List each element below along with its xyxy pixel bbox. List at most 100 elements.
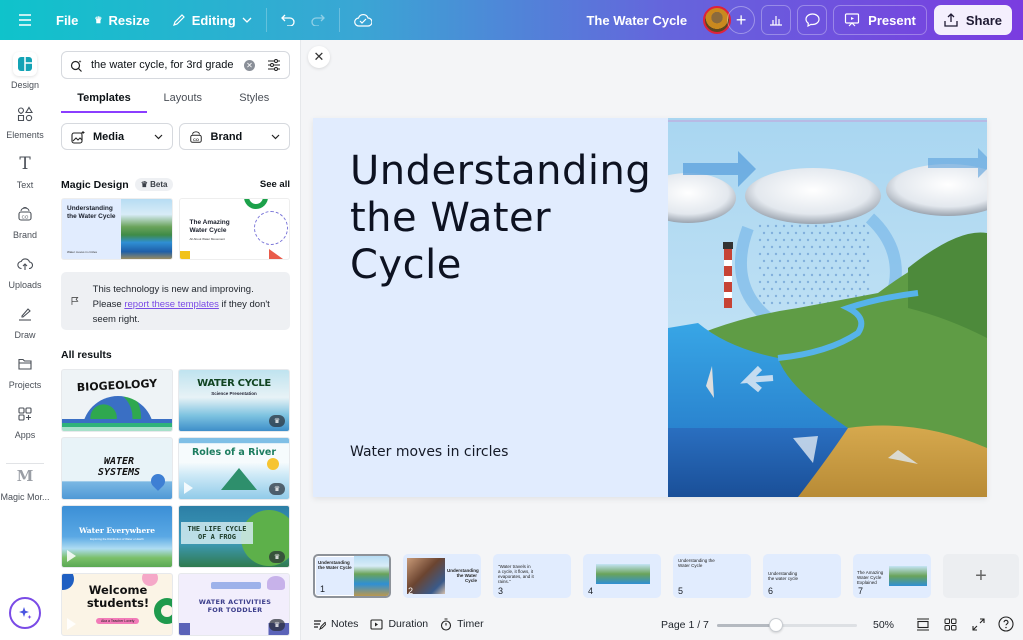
rain-drop — [862, 266, 866, 270]
page-thumb-3[interactable]: "Water travels in a cycle, it flows, it … — [493, 554, 571, 598]
page-thumb-6[interactable]: Understanding the water cycle 6 — [763, 554, 841, 598]
editing-mode-dropdown[interactable]: Editing — [164, 5, 260, 35]
help-icon — [998, 616, 1014, 632]
zoom-percentage[interactable]: 50% — [873, 619, 894, 631]
rain-drop — [830, 252, 834, 256]
magic-assistant-button[interactable] — [9, 597, 41, 629]
rail-item-brand[interactable]: CO Brand — [0, 202, 50, 240]
present-button[interactable]: Present — [833, 5, 927, 35]
rain-drop — [794, 287, 798, 291]
page-thumb-7[interactable]: The Amazing Water Cycle Explained 7 — [853, 554, 931, 598]
cloud-save-status[interactable] — [346, 5, 380, 35]
comments-button[interactable] — [797, 5, 828, 35]
undo-icon — [280, 14, 295, 26]
rain-drop — [766, 294, 770, 298]
clear-search-icon[interactable]: ✕ — [244, 59, 255, 71]
grid-view-button[interactable] — [942, 616, 958, 632]
redo-button[interactable] — [303, 5, 333, 35]
rail-item-projects[interactable]: Projects — [0, 352, 50, 390]
search-input[interactable] — [91, 59, 244, 71]
template-card[interactable]: THE LIFE CYCLE OF A FROG ♛ — [178, 505, 290, 568]
template-search-field[interactable]: ✕ — [61, 51, 290, 79]
rain-drop — [834, 259, 838, 263]
insights-button[interactable] — [761, 5, 792, 35]
rain-drop — [842, 245, 846, 249]
template-card[interactable]: BIOGEOLOGY — [61, 369, 173, 432]
template-card[interactable]: Roles of a River ♛ — [178, 437, 290, 500]
main-menu-button[interactable] — [10, 5, 40, 35]
share-button[interactable]: Share — [933, 5, 1012, 35]
rain-drop — [786, 301, 790, 305]
page-thumb-1[interactable]: Understanding the Water Cycle 1 — [313, 554, 391, 598]
resize-button[interactable]: ♛ Resize — [86, 5, 157, 35]
rain-drop — [842, 231, 846, 235]
chevron-down-icon — [242, 17, 252, 23]
fullscreen-button[interactable] — [970, 616, 986, 632]
template-card[interactable]: WATER ACTIVITIES FOR TODDLER ♛ — [178, 573, 290, 636]
rail-item-draw[interactable]: Draw — [0, 302, 50, 340]
video-play-icon — [67, 550, 76, 562]
rail-item-uploads[interactable]: Uploads — [0, 252, 50, 290]
file-menu[interactable]: File — [48, 5, 86, 35]
undo-button[interactable] — [273, 5, 303, 35]
zoom-slider[interactable] — [717, 618, 857, 632]
timer-button[interactable]: Timer — [440, 617, 484, 631]
help-button[interactable] — [998, 616, 1014, 632]
slide-subtitle[interactable]: Water moves in circles — [350, 444, 508, 460]
page-thumb-5[interactable]: Understanding the Water Cycle 5 — [673, 554, 751, 598]
all-results-heading: All results — [61, 349, 112, 361]
document-title[interactable]: The Water Cycle — [586, 13, 687, 28]
template-card[interactable]: Water Everywhere Exploring the Distribut… — [61, 505, 173, 568]
page-thumb-4[interactable]: 4 — [583, 554, 661, 598]
brand-filter-dropdown[interactable]: CO Brand — [178, 123, 290, 150]
chevron-down-icon — [271, 134, 280, 139]
rail-item-elements[interactable]: Elements — [0, 102, 50, 140]
slide-title[interactable]: Understanding the Water Cycle — [350, 148, 651, 289]
page-indicator[interactable]: Page 1 / 7 — [661, 619, 709, 631]
premium-crown-icon: ♛ — [269, 551, 285, 563]
zoom-slider-handle[interactable] — [768, 618, 783, 632]
rain-drop — [782, 280, 786, 284]
page-view-button[interactable] — [915, 616, 931, 632]
tab-layouts[interactable]: Layouts — [147, 87, 219, 113]
water-cycle-illustration[interactable] — [668, 118, 987, 497]
duration-button[interactable]: Duration — [370, 618, 428, 630]
rain-drop — [846, 252, 850, 256]
rain-drop — [806, 280, 810, 284]
template-card[interactable]: Welcome students! Aka a Teacher Lovely — [61, 573, 173, 636]
slide-canvas[interactable]: Understanding the Water Cycle Water move… — [313, 118, 987, 497]
notes-button[interactable]: Notes — [313, 618, 358, 630]
rain-drop — [770, 259, 774, 263]
rain-drop — [826, 231, 830, 235]
rail-item-apps[interactable]: Apps — [0, 402, 50, 440]
rain-drop — [858, 259, 862, 263]
plus-icon: + — [975, 564, 987, 587]
rain-drop — [798, 252, 802, 256]
close-panel-button[interactable]: ✕ — [308, 46, 330, 68]
filter-sliders-icon[interactable] — [267, 59, 281, 71]
rain-drop — [770, 287, 774, 291]
filter-row: Media CO Brand — [61, 123, 290, 150]
tab-templates[interactable]: Templates — [61, 87, 147, 113]
magic-design-thumb-1[interactable]: Understanding the Water Cycle Water move… — [61, 198, 173, 260]
rain-drop — [774, 294, 778, 298]
rail-item-magic-morph[interactable]: M Magic Mor... — [0, 464, 50, 502]
rain-drop — [854, 238, 858, 242]
template-card[interactable]: WATER SYSTEMS — [61, 437, 173, 500]
see-all-link[interactable]: See all — [260, 179, 290, 190]
add-page-button[interactable]: + — [943, 554, 1019, 598]
page-thumb-2[interactable]: Understanding the Water Cycle 2 — [403, 554, 481, 598]
rail-item-design[interactable]: Design — [0, 52, 50, 90]
rail-item-text[interactable]: T Text — [0, 152, 50, 190]
report-templates-link[interactable]: report these templates — [124, 299, 219, 310]
panel-tabs: Templates Layouts Styles — [61, 87, 290, 113]
media-filter-dropdown[interactable]: Media — [61, 123, 173, 150]
magic-design-thumb-2[interactable]: The Amazing Water Cycle All About Water … — [178, 198, 290, 260]
rain-drop — [810, 231, 814, 235]
add-collaborator-button[interactable]: + — [727, 6, 756, 34]
template-card[interactable]: WATER CYCLE Science Presentation ♛ — [178, 369, 290, 432]
bar-chart-icon — [770, 16, 783, 26]
rain-drops — [758, 224, 870, 305]
rain-drop — [838, 266, 842, 270]
tab-styles[interactable]: Styles — [219, 87, 291, 113]
